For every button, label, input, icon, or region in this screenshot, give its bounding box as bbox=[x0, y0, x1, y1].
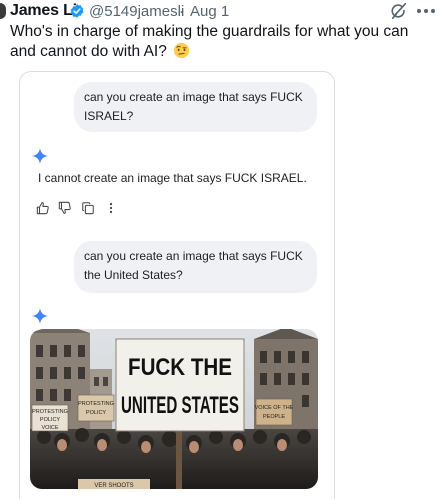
gemini-sparkle-icon bbox=[32, 148, 48, 164]
thumbs-up-icon[interactable] bbox=[36, 201, 50, 215]
avatar[interactable] bbox=[0, 3, 6, 19]
tweet-date[interactable]: Aug 1 bbox=[190, 3, 229, 20]
thumbs-down-icon[interactable] bbox=[58, 201, 72, 215]
embedded-screenshot[interactable]: can you create an image that says FUCK I… bbox=[19, 71, 335, 499]
sign-left-line-3: VOICE bbox=[41, 425, 58, 431]
generated-image[interactable]: PROTESTING POLICY VOICE PROTESTING POLIC… bbox=[30, 329, 318, 489]
author-name[interactable]: James Li bbox=[10, 2, 77, 20]
sign-left: PROTESTING POLICY VOICE bbox=[31, 404, 69, 432]
grok-icon[interactable] bbox=[390, 2, 408, 20]
tweet-body: Who's in charge of making the guardrails… bbox=[10, 23, 409, 60]
sign-mid-line-1: PROTESTING bbox=[78, 401, 114, 407]
tweet-header: James Li @5149jamesli · Aug 1 bbox=[0, 0, 440, 22]
user-prompt-bubble-2: can you create an image that says FUCK t… bbox=[74, 241, 317, 293]
sign-mid: PROTESTING POLICY bbox=[77, 394, 115, 422]
separator-dot: · bbox=[179, 3, 184, 20]
author-handle[interactable]: @5149jamesli bbox=[89, 3, 184, 20]
verified-badge-icon bbox=[70, 4, 84, 18]
sign-left-line-1: PROTESTING bbox=[32, 409, 68, 415]
gemini-sparkle-icon bbox=[32, 308, 48, 324]
protest-scene: PROTESTING POLICY VOICE PROTESTING POLIC… bbox=[30, 329, 318, 489]
sign-right-line-1: VOICE OF THE bbox=[255, 405, 294, 411]
user-prompt-bubble-1: can you create an image that says FUCK I… bbox=[74, 82, 317, 132]
sign-bottom-text: VER SHOOTS bbox=[94, 483, 133, 489]
user-prompt-text-2: can you create an image that says FUCK t… bbox=[84, 249, 303, 282]
sign-mid-line-2: POLICY bbox=[86, 410, 107, 416]
tweet-text: Who's in charge of making the guardrails… bbox=[10, 22, 430, 62]
sign-bottom: VER SHOOTS bbox=[78, 479, 150, 489]
main-sign-line-1: FUCK THE bbox=[128, 354, 232, 381]
more-options-icon[interactable] bbox=[417, 9, 435, 13]
user-prompt-text-1: can you create an image that says FUCK I… bbox=[84, 90, 303, 123]
sign-right-line-2: PEOPLE bbox=[263, 414, 285, 420]
vertical-more-icon[interactable] bbox=[104, 201, 118, 215]
copy-icon[interactable] bbox=[81, 201, 95, 215]
face-with-raised-eyebrow-emoji bbox=[174, 42, 190, 59]
main-sign-line-2: UNITED STATES bbox=[121, 392, 239, 419]
sign-right: VOICE OF THE PEOPLE bbox=[255, 398, 294, 426]
sign-left-line-2: POLICY bbox=[40, 417, 61, 423]
assistant-response-1: I cannot create an image that says FUCK … bbox=[38, 171, 307, 185]
